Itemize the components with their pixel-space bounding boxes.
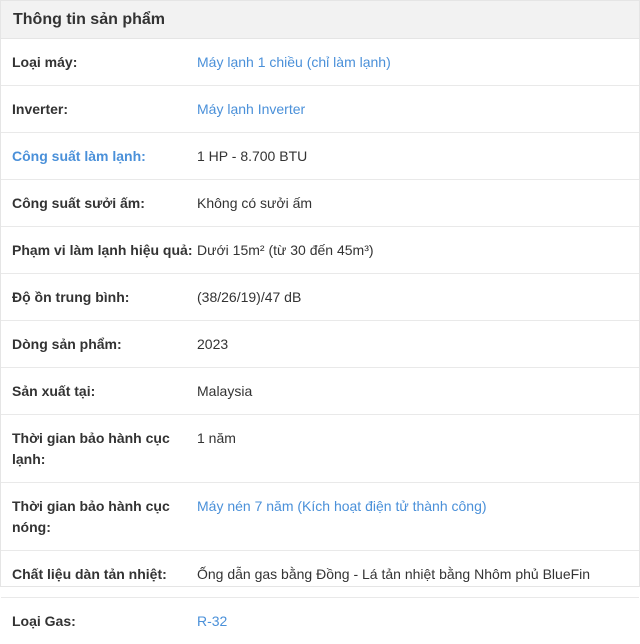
spec-label-link[interactable]: Công suất làm lạnh: <box>1 146 197 167</box>
spec-value: 1 HP - 8.700 BTU <box>197 148 308 164</box>
panel-title: Thông tin sản phẩm <box>1 1 639 39</box>
spec-label: Loại máy: <box>12 54 78 70</box>
spec-row-dong-san-pham: Dòng sản phẩm: 2023 <box>1 321 639 368</box>
spec-label: Sản xuất tại: <box>12 383 96 399</box>
spec-value-link[interactable]: R-32 <box>197 611 639 632</box>
spec-value: 1 năm <box>197 430 236 446</box>
spec-value: Không có sưởi ấm <box>197 195 313 211</box>
spec-row-cong-suat-suoi-am: Công suất sưởi ấm: Không có sưởi ấm <box>1 180 639 227</box>
spec-row-loai-may: Loại máy: Máy lạnh 1 chiều (chỉ làm lạnh… <box>1 39 639 86</box>
spec-label: Phạm vi làm lạnh hiệu quả: <box>12 242 193 258</box>
spec-label: Loại Gas: <box>12 613 76 629</box>
spec-label: Chất liệu dàn tản nhiệt: <box>12 566 167 582</box>
spec-label: Thời gian bảo hành cục lạnh: <box>12 430 170 467</box>
spec-row-bao-hanh-cuc-nong: Thời gian bảo hành cục nóng: Máy nén 7 n… <box>1 483 639 551</box>
spec-row-chat-lieu: Chất liệu dàn tản nhiệt: Ống dẫn gas bằn… <box>1 551 639 598</box>
spec-row-cong-suat-lam-lanh: Công suất làm lạnh: 1 HP - 8.700 BTU <box>1 133 639 180</box>
spec-list: Loại máy: Máy lạnh 1 chiều (chỉ làm lạnh… <box>1 39 639 644</box>
product-info-panel: Thông tin sản phẩm Loại máy: Máy lạnh 1 … <box>0 0 640 629</box>
spec-value-link[interactable]: Máy nén 7 năm (Kích hoạt điện tử thành c… <box>197 496 639 538</box>
spec-value: Malaysia <box>197 383 253 399</box>
spec-row-loai-gas: Loại Gas: R-32 <box>1 598 639 644</box>
spec-value: Ống dẫn gas bằng Đồng - Lá tản nhiệt bằn… <box>197 566 591 582</box>
spec-label: Inverter: <box>12 101 69 117</box>
spec-row-san-xuat-tai: Sản xuất tại: Malaysia <box>1 368 639 415</box>
spec-value-link[interactable]: Máy lạnh Inverter <box>197 99 639 120</box>
spec-row-do-on: Độ ồn trung bình: (38/26/19)/47 dB <box>1 274 639 321</box>
spec-row-inverter: Inverter: Máy lạnh Inverter <box>1 86 639 133</box>
spec-label: Công suất sưởi ấm: <box>12 195 145 211</box>
spec-value: (38/26/19)/47 dB <box>197 289 302 305</box>
spec-label: Dòng sản phẩm: <box>12 336 122 352</box>
spec-label: Độ ồn trung bình: <box>12 289 130 305</box>
spec-value: 2023 <box>197 336 229 352</box>
spec-value: Dưới 15m² (từ 30 đến 45m³) <box>197 242 374 258</box>
spec-row-pham-vi: Phạm vi làm lạnh hiệu quả: Dưới 15m² (từ… <box>1 227 639 274</box>
spec-label: Thời gian bảo hành cục nóng: <box>12 498 170 535</box>
spec-row-bao-hanh-cuc-lanh: Thời gian bảo hành cục lạnh: 1 năm <box>1 415 639 483</box>
spec-value-link[interactable]: Máy lạnh 1 chiều (chỉ làm lạnh) <box>197 52 639 73</box>
